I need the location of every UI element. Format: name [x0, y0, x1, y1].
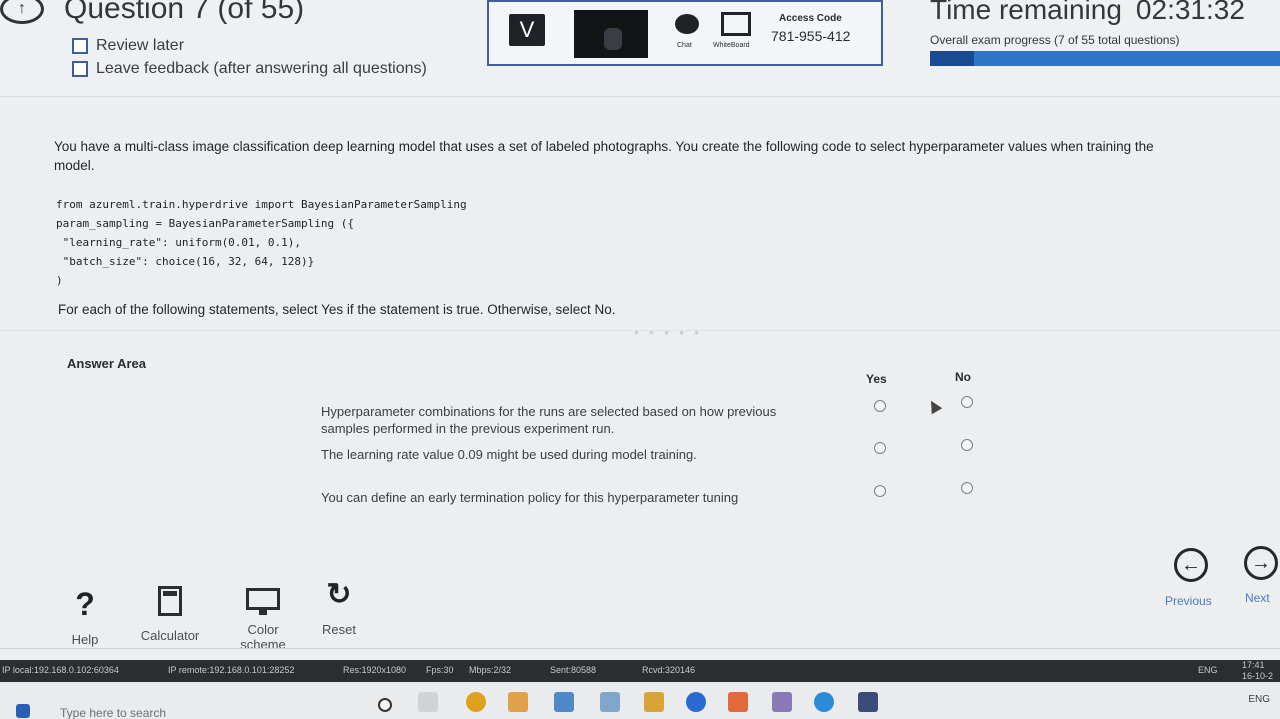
time-remaining-label: Time remaining — [930, 0, 1122, 25]
access-code-label: Access Code — [779, 13, 842, 24]
proctor-panel: V Chat WhiteBoard Access Code 781-955-41… — [487, 0, 883, 66]
webcam-video — [574, 10, 648, 58]
edge-icon[interactable] — [686, 692, 706, 712]
code-line: param_sampling = BayesianParameterSampli… — [56, 217, 355, 230]
store-icon[interactable] — [508, 692, 528, 712]
windows-taskbar: Type here to search ENG — [0, 682, 1280, 719]
code-block: from azureml.train.hyperdrive import Bay… — [56, 195, 467, 290]
code-line: "batch_size": choice(16, 32, 64, 128)} — [56, 255, 315, 268]
app-icon[interactable] — [772, 692, 792, 712]
app-icon[interactable] — [554, 692, 574, 712]
task-view-icon[interactable] — [418, 692, 438, 712]
system-tray-language[interactable]: ENG — [1248, 694, 1270, 705]
whiteboard-icon[interactable] — [721, 12, 751, 36]
back-icon[interactable]: ↑ — [0, 0, 44, 24]
app-icon[interactable] — [814, 692, 834, 712]
mouse-cursor-icon — [925, 397, 943, 415]
language-indicator: ENG — [1198, 665, 1218, 675]
statement-2: The learning rate value 0.09 might be us… — [321, 447, 697, 462]
progress-text: Overall exam progress (7 of 55 total que… — [930, 33, 1180, 47]
monitor-icon — [246, 588, 280, 615]
app-icon[interactable] — [600, 692, 620, 712]
statement-2-no-radio[interactable] — [961, 439, 973, 451]
progress-bar — [930, 51, 1280, 66]
question-title: Question 7 (of 55) — [64, 0, 305, 25]
chrome-icon[interactable] — [466, 692, 486, 712]
whiteboard-label: WhiteBoard — [713, 42, 750, 49]
previous-label[interactable]: Previous — [1165, 594, 1212, 608]
mbps: Mbps:2/32 — [469, 665, 512, 675]
clock-time: 17:41 — [1242, 660, 1265, 670]
statement-3: You can define an early termination poli… — [321, 490, 739, 505]
leave-feedback-label: Leave feedback (after answering all ques… — [96, 60, 427, 77]
calculator-label: Calculator — [140, 628, 200, 643]
statement-1-no-radio[interactable] — [961, 396, 973, 408]
help-label: Help — [71, 632, 99, 647]
reset-button[interactable]: ↻ Reset — [314, 578, 364, 638]
arrow-right-icon: → — [1251, 551, 1271, 574]
statement-1-yes-radio[interactable] — [874, 400, 886, 412]
ip-remote: IP remote:192.168.0.101:28252 — [168, 665, 295, 675]
received-bytes: Rcvd:320146 — [642, 665, 696, 675]
instruction-text: For each of the following statements, se… — [58, 302, 616, 317]
statement-2-yes-radio[interactable] — [874, 442, 886, 454]
question-text: You have a multi-class image classificat… — [54, 139, 1154, 173]
help-button[interactable]: ? Help — [62, 588, 108, 647]
arrow-left-icon: ← — [1181, 553, 1201, 576]
fps: Fps:30 — [426, 665, 454, 675]
calculator-button[interactable]: Calculator — [130, 586, 210, 643]
progress-bar-fill — [930, 51, 975, 66]
statement-1: Hyperparameter combinations for the runs… — [321, 404, 777, 436]
color-scheme-button[interactable]: Color scheme — [228, 588, 298, 652]
answer-area-title: Answer Area — [67, 356, 146, 371]
chat-label: Chat — [677, 42, 692, 49]
reset-icon: ↻ — [326, 578, 352, 611]
section-divider — [0, 330, 1280, 331]
app-icon[interactable] — [858, 692, 878, 712]
statement-3-yes-radio[interactable] — [874, 485, 886, 497]
code-line: from azureml.train.hyperdrive import Bay… — [56, 198, 467, 211]
help-icon: ? — [75, 586, 95, 622]
header-divider — [0, 96, 1280, 97]
cortana-icon[interactable] — [378, 698, 392, 712]
time-remaining: Time remaining 02:31:32 — [930, 0, 1280, 26]
calculator-icon — [158, 586, 182, 616]
leave-feedback-checkbox[interactable] — [72, 61, 88, 77]
no-column-header: No — [955, 370, 971, 384]
code-line: "learning_rate": uniform(0.01, 0.1), — [56, 236, 302, 249]
yes-column-header: Yes — [866, 372, 887, 386]
review-later-checkbox[interactable] — [72, 38, 88, 54]
review-later-option[interactable]: Review later — [72, 37, 184, 55]
sent-bytes: Sent:80588 — [550, 665, 597, 675]
v-button[interactable]: V — [509, 14, 545, 46]
code-line: ) — [56, 274, 63, 287]
access-code: 781-955-412 — [771, 28, 851, 44]
folder-icon[interactable] — [644, 692, 664, 712]
review-later-label: Review later — [96, 37, 185, 54]
windows-start-icon[interactable] — [16, 704, 30, 718]
toolbar-divider — [0, 648, 1280, 649]
chat-icon[interactable] — [675, 14, 699, 34]
next-button[interactable]: → — [1244, 546, 1278, 580]
previous-button[interactable]: ← — [1174, 548, 1208, 582]
reset-label: Reset — [322, 622, 356, 637]
leave-feedback-option[interactable]: Leave feedback (after answering all ques… — [72, 60, 427, 78]
ip-local: IP local:192.168.0.102:60364 — [2, 665, 119, 675]
resolution: Res:1920x1080 — [343, 665, 407, 675]
taskbar-search[interactable]: Type here to search — [60, 706, 166, 719]
statement-3-no-radio[interactable] — [961, 482, 973, 494]
webcam-person — [604, 28, 622, 50]
remote-status-bar: IP local:192.168.0.102:60364 IP remote:1… — [0, 660, 1280, 682]
clock-date: 16-10-2 — [1242, 671, 1274, 681]
exam-header: ↑ Question 7 (of 55) Review later Leave … — [0, 0, 1280, 96]
time-remaining-value: 02:31:32 — [1135, 0, 1245, 25]
next-label[interactable]: Next — [1245, 591, 1270, 605]
app-icon[interactable] — [728, 692, 748, 712]
